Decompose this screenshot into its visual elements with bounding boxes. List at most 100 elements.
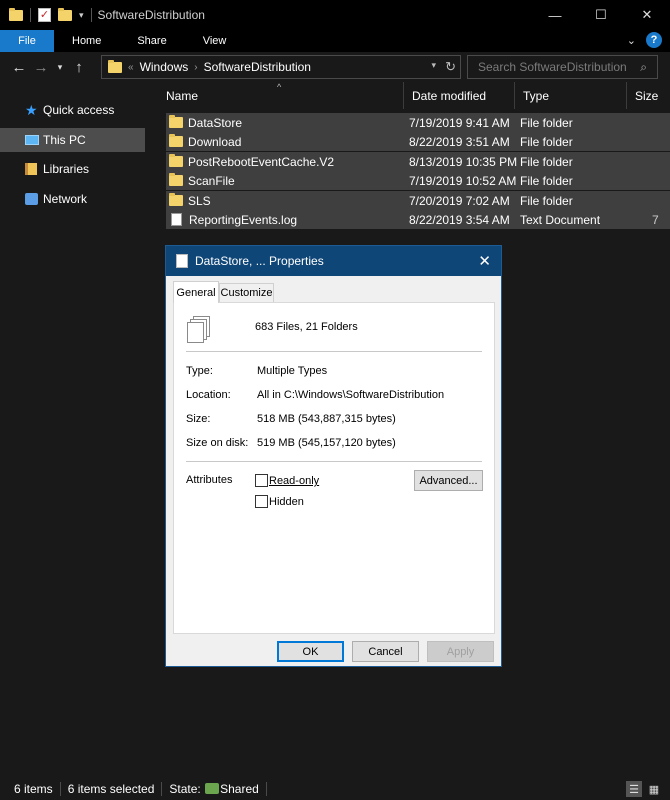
nav-item-quick-access[interactable]: ★ Quick access — [0, 98, 145, 122]
address-bar[interactable]: « Windows › SoftwareDistribution ▾ ↻ — [101, 55, 461, 79]
help-icon[interactable]: ? — [646, 32, 662, 48]
file-row[interactable]: PostRebootEventCache.V2 8/13/2019 10:35 … — [166, 152, 670, 171]
close-icon[interactable]: ✕ — [478, 252, 491, 270]
close-button[interactable]: ✕ — [624, 0, 670, 30]
search-placeholder: Search SoftwareDistribution — [478, 60, 627, 74]
file-row[interactable]: ReportingEvents.log 8/22/2019 3:54 AM Te… — [166, 210, 670, 229]
apply-button[interactable]: Apply — [427, 641, 494, 662]
file-type: File folder — [520, 134, 573, 149]
file-name: DataStore — [188, 115, 243, 130]
tab-file[interactable]: File — [0, 30, 54, 52]
new-folder-icon[interactable] — [58, 7, 72, 21]
column-header-size[interactable]: Size — [627, 82, 670, 109]
details-view-icon[interactable]: ☰ — [626, 781, 642, 797]
tab-view[interactable]: View — [185, 30, 245, 52]
expand-ribbon-icon[interactable]: ⌄ — [627, 34, 636, 47]
folder-icon — [169, 134, 183, 147]
dialog-title: DataStore, ... Properties — [195, 254, 324, 268]
nav-item-this-pc[interactable]: This PC — [0, 128, 145, 152]
divider — [186, 351, 482, 352]
file-row[interactable]: SLS 7/20/2019 7:02 AM File folder — [166, 191, 670, 210]
divider — [186, 461, 482, 462]
read-only-checkbox[interactable] — [255, 474, 268, 487]
location-value: All in C:\Windows\SoftwareDistribution — [257, 389, 445, 401]
star-icon: ★ — [25, 101, 38, 118]
file-name: ReportingEvents.log — [189, 212, 298, 227]
nav-item-network[interactable]: Network — [0, 187, 145, 211]
file-date: 8/22/2019 3:54 AM — [409, 212, 510, 227]
type-value: Multiple Types — [257, 365, 328, 377]
refresh-icon[interactable]: ↻ — [445, 59, 456, 75]
back-arrow-icon[interactable]: ← — [8, 59, 30, 76]
folder-icon — [169, 115, 183, 128]
folder-icon — [169, 193, 183, 206]
overflow-chevron-icon[interactable]: « — [128, 62, 134, 73]
file-row[interactable]: Download 8/22/2019 3:51 AM File folder — [166, 132, 670, 151]
search-input[interactable]: Search SoftwareDistribution ⌕ — [467, 55, 658, 79]
status-bar: 6 items 6 items selected State: Shared ☰… — [0, 778, 670, 800]
general-tab-panel: 683 Files, 21 Folders Type: Multiple Typ… — [173, 302, 495, 634]
read-only-label[interactable]: Read-only — [269, 475, 319, 487]
properties-dialog: DataStore, ... Properties ✕ General Cust… — [165, 245, 502, 667]
properties-icon[interactable]: ✓ — [38, 8, 51, 22]
size-on-disk-value: 519 MB (545,157,120 bytes) — [257, 437, 396, 449]
file-name: Download — [188, 134, 242, 149]
forward-arrow-icon[interactable]: → — [30, 59, 52, 76]
nav-item-libraries[interactable]: Libraries — [0, 157, 145, 181]
ribbon: File Home Share View ⌄ ? — [0, 30, 670, 52]
separator — [30, 8, 31, 22]
ok-button[interactable]: OK — [277, 641, 344, 662]
item-count: 6 items — [14, 782, 53, 796]
column-header-type[interactable]: Type — [515, 82, 627, 109]
location-label: Location: — [186, 389, 231, 401]
folder-icon — [108, 59, 122, 73]
nav-item-label: Quick access — [43, 103, 115, 117]
document-icon — [171, 213, 182, 226]
network-icon — [25, 193, 38, 205]
chevron-down-icon[interactable]: ▾ — [431, 60, 436, 71]
library-icon — [25, 163, 37, 175]
maximize-button[interactable]: ☐ — [578, 0, 624, 30]
tab-customize[interactable]: Customize — [219, 283, 274, 302]
tab-general[interactable]: General — [173, 281, 219, 303]
folder-icon — [9, 7, 23, 21]
column-header-date-modified[interactable]: Date modified — [404, 82, 515, 109]
ribbon-controls: ⌄ ? — [627, 32, 662, 48]
recent-locations-icon[interactable]: ▾ — [52, 62, 68, 73]
folder-icon — [169, 154, 183, 167]
file-name: ScanFile — [188, 173, 235, 188]
tab-share[interactable]: Share — [119, 30, 184, 52]
file-date: 7/20/2019 7:02 AM — [409, 193, 510, 208]
column-header-name[interactable]: Name — [158, 82, 404, 109]
file-type: File folder — [520, 193, 573, 208]
size-on-disk-label: Size on disk: — [186, 437, 249, 449]
file-name: SLS — [188, 193, 211, 208]
attributes-label: Attributes — [186, 474, 233, 486]
breadcrumb-windows[interactable]: Windows — [140, 60, 189, 74]
sharing-state: State: Shared — [162, 782, 265, 796]
multiple-files-icon — [176, 254, 188, 268]
folder-icon — [169, 173, 183, 186]
hidden-label[interactable]: Hidden — [269, 496, 304, 508]
breadcrumb-softwaredistribution[interactable]: SoftwareDistribution — [204, 60, 311, 74]
address-row: ← → ▾ ↑ « Windows › SoftwareDistribution… — [0, 52, 670, 82]
size-label: Size: — [186, 413, 211, 425]
nav-item-label: Network — [43, 192, 88, 206]
file-type: File folder — [520, 154, 573, 169]
cancel-button[interactable]: Cancel — [352, 641, 419, 662]
file-row[interactable]: DataStore 7/19/2019 9:41 AM File folder — [166, 113, 670, 132]
window-title: SoftwareDistribution — [97, 8, 205, 22]
minimize-button[interactable]: — — [532, 0, 578, 30]
view-switcher: ☰ ▦ — [626, 781, 662, 797]
file-folder-count: 683 Files, 21 Folders — [255, 321, 358, 333]
up-arrow-icon[interactable]: ↑ — [68, 59, 90, 76]
hidden-checkbox[interactable] — [255, 495, 268, 508]
customize-toolbar-icon[interactable]: ▾ — [79, 10, 84, 21]
file-row[interactable]: ScanFile 7/19/2019 10:52 AM File folder — [166, 171, 670, 190]
type-label: Type: — [186, 365, 213, 377]
advanced-button[interactable]: Advanced... — [414, 470, 483, 491]
file-size: 7 — [652, 212, 659, 227]
large-icons-view-icon[interactable]: ▦ — [646, 781, 662, 797]
tab-home[interactable]: Home — [54, 30, 119, 52]
chevron-right-icon[interactable]: › — [194, 62, 197, 73]
